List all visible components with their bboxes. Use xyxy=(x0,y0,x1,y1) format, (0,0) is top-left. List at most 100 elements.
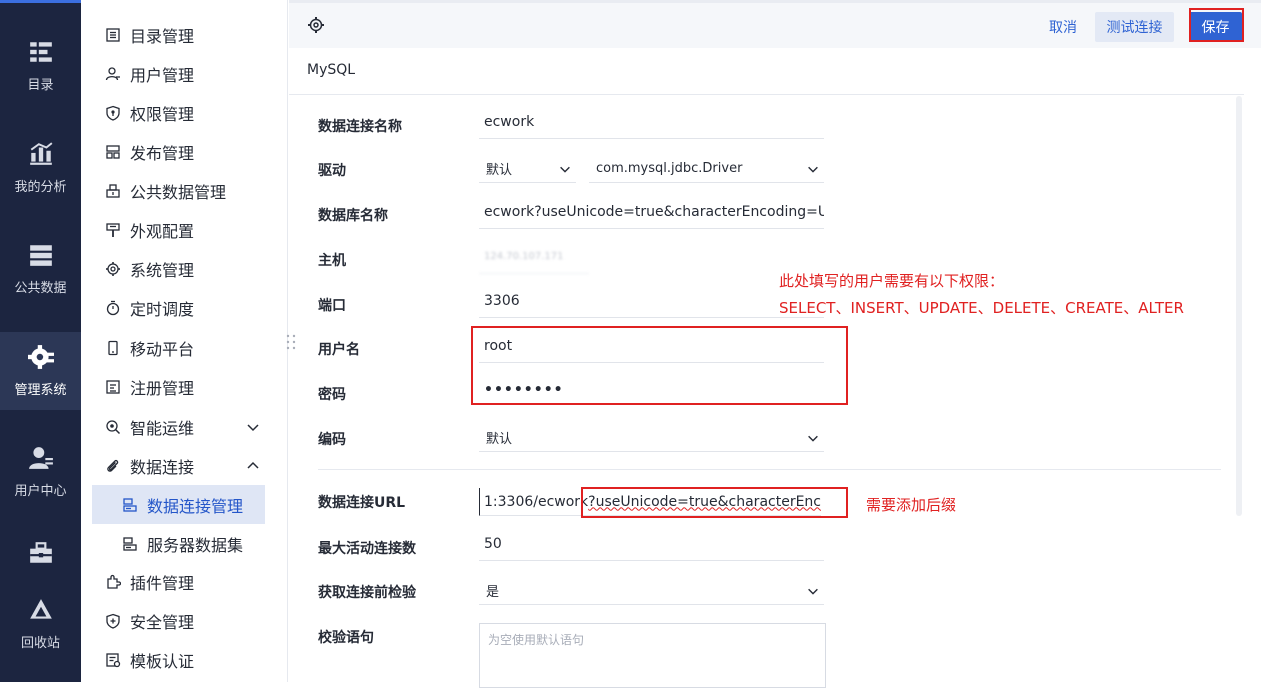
driver-label: 驱动 xyxy=(318,163,346,179)
public-data-icon xyxy=(29,245,52,266)
port-input[interactable]: 3306 xyxy=(479,290,824,318)
db-name-input[interactable]: ecwork?useUnicode=true&characterEncoding… xyxy=(479,201,824,229)
menu-item-catalog-manage[interactable]: 目录管理 xyxy=(105,23,194,47)
rail-item-catalog[interactable]: 目录 xyxy=(0,27,81,105)
menu-item-label: 插件管理 xyxy=(130,574,195,593)
toolbox-icon xyxy=(29,541,52,563)
menu-item-publish-manage[interactable]: 发布管理 xyxy=(105,140,194,164)
test-connection-button[interactable]: 测试连接 xyxy=(1095,12,1174,42)
template-icon xyxy=(106,653,121,668)
host-input[interactable]: 124.70.107.171 xyxy=(479,246,589,274)
menu-item-label: 公共数据管理 xyxy=(130,183,227,202)
url-prefix-text: 1:3306/ecwork xyxy=(484,493,589,510)
menu-item-label: 权限管理 xyxy=(130,105,195,124)
validation-query-textarea[interactable]: 为空使用默认语句 xyxy=(479,623,826,688)
submenu-item-label: 数据连接管理 xyxy=(147,496,244,516)
menu-item-label: 发布管理 xyxy=(130,144,195,163)
catalog-manage-icon xyxy=(106,28,120,42)
conn-name-label: 数据连接名称 xyxy=(318,119,402,135)
divider xyxy=(289,94,1244,95)
encoding-value: 默认 xyxy=(486,432,513,447)
rail-item-label: 我的分析 xyxy=(14,180,67,195)
menu-item-label: 系统管理 xyxy=(130,261,195,280)
appearance-icon xyxy=(106,223,120,237)
form-scrollbar[interactable] xyxy=(1236,96,1242,516)
server-dataset-icon xyxy=(123,536,137,551)
menu-item-data-connection[interactable]: 数据连接 xyxy=(105,454,265,478)
rail-item-label: 管理系统 xyxy=(14,383,67,398)
management-menu: 目录管理 用户管理 权限管理 发布管理 公共数据管理 外观配置 系统管理 定时调… xyxy=(81,0,288,682)
recycle-icon xyxy=(29,599,52,619)
public-data-manage-icon xyxy=(106,184,120,198)
host-label: 主机 xyxy=(318,253,346,269)
chevron-down-icon xyxy=(808,588,818,595)
menu-item-mobile[interactable]: 移动平台 xyxy=(105,336,194,360)
suffix-note: 需要添加后缀 xyxy=(866,496,957,514)
cancel-button[interactable]: 取消 xyxy=(1049,17,1077,37)
submenu-item-connection-manage[interactable]: 数据连接管理 xyxy=(92,485,265,524)
rail-item-label: 用户中心 xyxy=(14,484,67,499)
menu-item-schedule[interactable]: 定时调度 xyxy=(105,296,194,320)
user-center-icon xyxy=(28,447,53,469)
menu-item-appearance[interactable]: 外观配置 xyxy=(105,218,194,242)
section-divider xyxy=(318,469,1221,470)
menu-item-label: 移动平台 xyxy=(130,340,195,359)
max-active-input[interactable]: 50 xyxy=(479,533,824,561)
chevron-down-icon xyxy=(560,166,570,173)
chevron-down-icon[interactable] xyxy=(245,419,261,435)
submenu-item-server-dataset[interactable]: 服务器数据集 xyxy=(92,524,265,563)
menu-item-security[interactable]: 安全管理 xyxy=(105,609,194,633)
chevron-up-icon[interactable] xyxy=(245,458,261,474)
menu-item-register[interactable]: 注册管理 xyxy=(105,375,194,399)
menu-item-user-manage[interactable]: 用户管理 xyxy=(105,62,194,86)
rail-item-management[interactable]: 管理系统 xyxy=(0,332,81,410)
menu-item-plugin[interactable]: 插件管理 xyxy=(105,570,194,594)
max-active-label: 最大活动连接数 xyxy=(318,541,416,557)
menu-item-label: 智能运维 xyxy=(130,419,195,438)
editor-toolbar: 取消 测试连接 保存 xyxy=(289,0,1261,48)
url-label: 数据连接URL xyxy=(318,495,406,511)
encoding-label: 编码 xyxy=(318,432,346,448)
validate-label: 获取连接前检验 xyxy=(318,585,416,601)
port-label: 端口 xyxy=(318,298,346,314)
validate-select[interactable]: 是 xyxy=(479,577,824,605)
encoding-select[interactable]: 默认 xyxy=(479,424,824,452)
driver-class-select[interactable]: com.mysql.jdbc.Driver xyxy=(589,155,824,183)
menu-item-system-manage[interactable]: 系统管理 xyxy=(105,257,194,281)
settings-gear-icon[interactable] xyxy=(307,16,325,34)
driver-mode-select[interactable]: 默认 xyxy=(479,155,576,183)
permission-note-line2: SELECT、INSERT、UPDATE、DELETE、CREATE、ALTER xyxy=(779,299,1184,317)
rail-item-public-data[interactable]: 公共数据 xyxy=(0,230,81,308)
chevron-down-icon xyxy=(808,166,818,173)
menu-item-label: 外观配置 xyxy=(130,222,195,241)
menu-item-label: 注册管理 xyxy=(130,379,195,398)
register-icon xyxy=(106,380,120,394)
validation-query-label: 校验语句 xyxy=(318,630,374,646)
conn-name-input[interactable]: ecwork xyxy=(479,111,824,139)
rail-item-recycle[interactable]: 回收站 xyxy=(0,585,81,663)
rail-item-label: 目录 xyxy=(27,78,54,93)
validate-value: 是 xyxy=(486,585,500,600)
credentials-highlight-box xyxy=(471,326,848,405)
menu-item-public-data-manage[interactable]: 公共数据管理 xyxy=(105,179,226,203)
menu-item-permission-manage[interactable]: 权限管理 xyxy=(105,101,194,125)
url-suffix-highlight-box xyxy=(581,487,848,518)
rail-item-user-center[interactable]: 用户中心 xyxy=(0,433,81,511)
submenu-item-label: 服务器数据集 xyxy=(147,535,244,555)
menu-item-label: 用户管理 xyxy=(130,66,195,85)
publish-icon xyxy=(106,145,120,159)
save-highlight-box xyxy=(1189,8,1244,42)
analysis-icon xyxy=(29,142,52,165)
menu-item-smart-ops[interactable]: 智能运维 xyxy=(105,415,265,439)
menu-item-label: 模板认证 xyxy=(130,652,195,671)
rail-item-label: 回收站 xyxy=(20,636,60,651)
security-icon xyxy=(106,613,120,629)
menu-item-label: 安全管理 xyxy=(130,613,195,632)
rail-item-my-analysis[interactable]: 我的分析 xyxy=(0,129,81,207)
menu-item-template-cert[interactable]: 模板认证 xyxy=(105,648,194,672)
resize-drag-handle-icon[interactable] xyxy=(285,333,297,353)
password-label: 密码 xyxy=(318,387,346,403)
permission-icon xyxy=(106,105,120,121)
plugin-icon xyxy=(107,574,121,589)
db-name-label: 数据库名称 xyxy=(318,208,388,224)
